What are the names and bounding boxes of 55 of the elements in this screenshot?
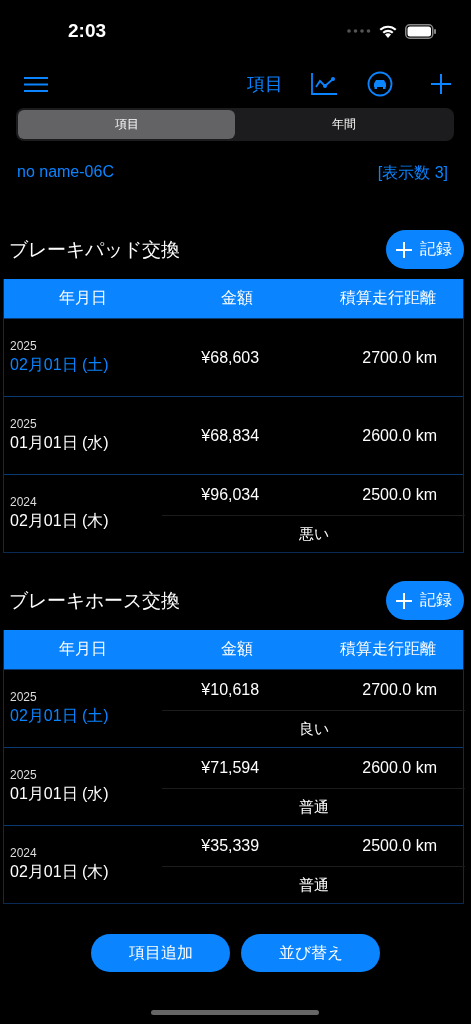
rating-text: 普通: [162, 866, 465, 903]
add-icon[interactable]: [431, 74, 451, 94]
record-button[interactable]: 記録: [386, 581, 464, 620]
status-time: 2:03: [68, 20, 107, 42]
date-text: 01月01日 (水): [10, 433, 110, 453]
line-chart-icon[interactable]: [311, 73, 337, 95]
plus-icon: [396, 592, 412, 609]
column-header: 年月日: [58, 639, 108, 659]
action-button[interactable]: 項目追加: [91, 934, 230, 972]
column-header: 年月日: [58, 288, 108, 308]
column-header: 金額: [220, 639, 255, 659]
signal-dots-icon: [347, 29, 371, 33]
action-button[interactable]: 並び替え: [241, 934, 380, 972]
segment-tab[interactable]: 項目: [18, 110, 235, 139]
year-text: 2025: [10, 339, 38, 353]
year-text: 2024: [10, 495, 38, 509]
segment-tab[interactable]: 年間: [235, 110, 452, 139]
distance-text: 2700.0 km: [362, 348, 437, 367]
items-button[interactable]: 項目: [247, 72, 283, 96]
date-text: 02月01日 (木): [10, 511, 110, 531]
rating-text: 良い: [162, 710, 465, 747]
date-text: 02月01日 (土): [10, 355, 110, 375]
year-text: 2025: [10, 768, 38, 782]
date-text: 02月01日 (木): [10, 862, 110, 882]
amount-text: ¥96,034: [201, 486, 260, 504]
distance-text: 2500.0 km: [362, 486, 437, 504]
year-text: 2024: [10, 846, 38, 860]
column-header: 積算走行距離: [338, 288, 437, 308]
display-count: [表示数 3]: [377, 163, 448, 183]
amount-text: ¥35,339: [201, 837, 260, 855]
rating-text: 悪い: [162, 515, 465, 552]
year-text: 2025: [10, 690, 38, 704]
battery-icon: [405, 23, 437, 39]
vehicle-name: no name-06C: [17, 163, 114, 182]
rating-text: 普通: [162, 788, 465, 825]
wifi-icon: [378, 23, 398, 39]
plus-icon: [396, 241, 412, 258]
year-text: 2025: [10, 417, 38, 431]
section-title: ブレーキホース交換: [9, 588, 180, 613]
amount-text: ¥10,618: [201, 681, 260, 699]
amount-text: ¥68,834: [201, 426, 260, 445]
distance-text: 2500.0 km: [362, 837, 437, 855]
amount-text: ¥68,603: [201, 348, 260, 367]
section-title: ブレーキパッド交換: [9, 237, 180, 262]
menu-icon[interactable]: [24, 76, 48, 92]
distance-text: 2600.0 km: [362, 759, 437, 777]
date-text: 02月01日 (土): [10, 706, 110, 726]
column-header: 金額: [220, 288, 255, 308]
distance-text: 2700.0 km: [362, 681, 437, 699]
amount-text: ¥71,594: [201, 759, 260, 777]
distance-text: 2600.0 km: [362, 426, 437, 445]
car-icon[interactable]: [367, 71, 393, 97]
record-button[interactable]: 記録: [386, 230, 464, 269]
column-header: 積算走行距離: [338, 639, 437, 659]
date-text: 01月01日 (水): [10, 784, 110, 804]
